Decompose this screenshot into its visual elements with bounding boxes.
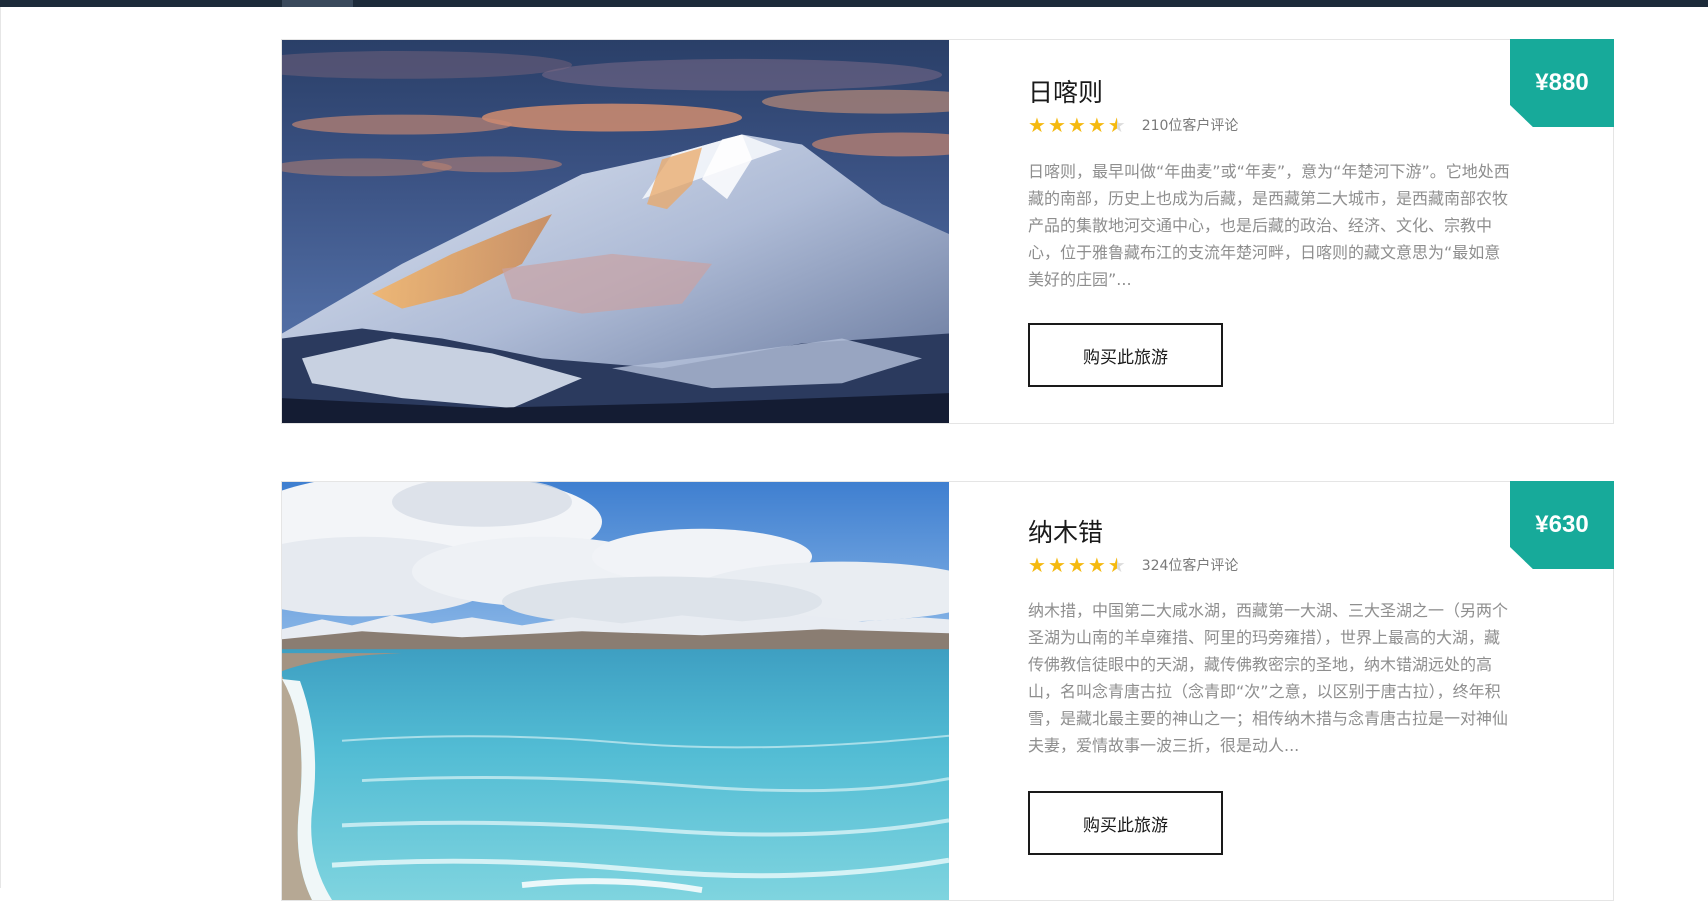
- top-nav-bar: [0, 0, 1708, 7]
- half-star-icon: ★: [1107, 553, 1126, 577]
- buy-tour-button[interactable]: 购买此旅游: [1028, 323, 1223, 387]
- buy-tour-button[interactable]: 购买此旅游: [1028, 791, 1223, 855]
- snow-mountain-photo[interactable]: [282, 40, 949, 423]
- star-icon: ★: [1028, 553, 1046, 577]
- review-count: 324位客户评论: [1141, 558, 1239, 574]
- star-icon: ★: [1087, 113, 1106, 137]
- price-badge: ¥880: [1510, 39, 1614, 127]
- rating-row: ★ ★ ★ ★ ★ 324位客户评论: [1028, 554, 1238, 576]
- half-star-icon: ★: [1107, 113, 1126, 137]
- tour-description: 日喀则，最早叫做“年曲麦”或“年麦”，意为“年楚河下游”。它地处西藏的南部，历史…: [1028, 162, 1510, 289]
- nav-active-indicator: [282, 0, 353, 7]
- star-icon: ★: [1087, 553, 1106, 577]
- star-icon: ★: [1047, 553, 1066, 577]
- star-rating: ★ ★ ★ ★ ★: [1028, 115, 1128, 135]
- tour-description: 纳木措，中国第二大咸水湖，西藏第一大湖、三大圣湖之一（另两个圣湖为山南的羊卓雍措…: [1028, 601, 1509, 755]
- lake-photo[interactable]: [282, 482, 949, 900]
- star-rating: ★ ★ ★ ★ ★: [1028, 555, 1128, 575]
- page-left-border: [0, 7, 1, 888]
- rating-row: ★ ★ ★ ★ ★ 210位客户评论: [1028, 114, 1238, 136]
- star-icon: ★: [1028, 113, 1046, 137]
- review-count: 210位客户评论: [1141, 118, 1239, 134]
- tour-card: 日喀则 ★ ★ ★ ★ ★ 210位客户评论 日喀则，最早叫做“年曲麦”或“年麦…: [281, 39, 1614, 424]
- star-icon: ★: [1067, 553, 1086, 577]
- tour-title: 日喀则: [1028, 78, 1104, 107]
- star-icon: ★: [1047, 113, 1066, 137]
- star-icon: ★: [1067, 113, 1086, 137]
- tour-title: 纳木错: [1028, 518, 1104, 547]
- price-badge: ¥630: [1510, 481, 1614, 569]
- tour-card: 纳木错 ★ ★ ★ ★ ★ 324位客户评论 纳木措，中国第二大咸水湖，西藏第一…: [281, 481, 1614, 901]
